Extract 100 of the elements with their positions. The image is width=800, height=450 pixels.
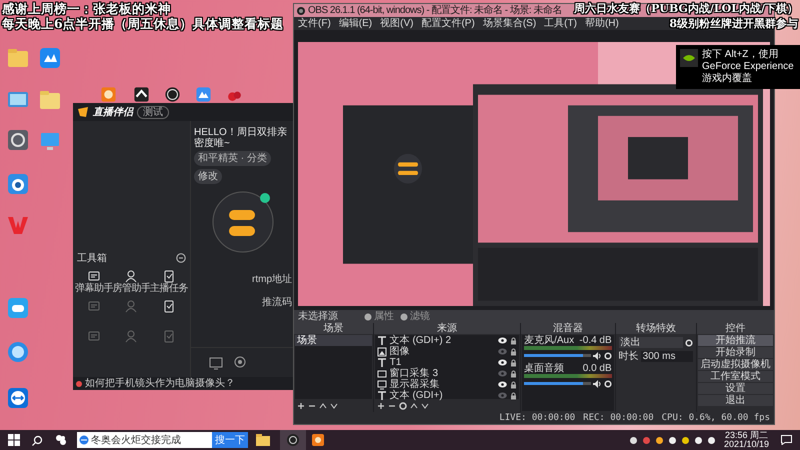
channel-name: 麦克风/Aux xyxy=(524,335,574,346)
window-icon xyxy=(376,368,387,378)
search-field[interactable]: 冬奥会火炬交接完成 xyxy=(77,432,212,448)
volume-reading: 0.0 dB xyxy=(582,363,612,374)
volume-slider[interactable] xyxy=(524,382,591,385)
clock-date[interactable]: 2021/10/19 xyxy=(724,440,769,449)
alert-dot-icon xyxy=(76,380,82,386)
lock-icon[interactable] xyxy=(510,348,518,356)
lock-icon[interactable] xyxy=(510,392,518,400)
category-tag[interactable]: 和平精英 · 分类 xyxy=(194,151,271,166)
app-icon[interactable] xyxy=(133,86,150,103)
field-label: 推流码 xyxy=(262,296,292,310)
eye-icon[interactable] xyxy=(498,381,508,388)
collapse-icon[interactable] xyxy=(176,253,186,263)
dock-title: 来源 xyxy=(436,323,457,334)
eye-icon[interactable] xyxy=(498,337,508,344)
logo-icon xyxy=(77,106,89,118)
lock-icon[interactable] xyxy=(510,336,518,344)
text-icon xyxy=(376,358,387,368)
clock-time[interactable]: 23:56 周二 xyxy=(724,431,768,440)
move-up-icon[interactable] xyxy=(319,402,327,410)
search-button[interactable]: 搜一下 xyxy=(212,432,248,448)
menu-item[interactable]: 视图(V) xyxy=(380,18,414,29)
overlay-caption: 每天晚上6点半开播（周五休息）具体调整看标题 xyxy=(2,16,284,31)
scene-item[interactable]: 场景 xyxy=(295,335,372,346)
control-button[interactable]: 设置 xyxy=(698,383,773,394)
volume-reading: -0.4 dB xyxy=(579,335,612,346)
volume-slider[interactable] xyxy=(524,354,591,357)
menu-item[interactable]: 场景集合(S) xyxy=(482,18,536,29)
app-icon[interactable] xyxy=(164,86,181,103)
transition-dropdown[interactable]: 淡出 xyxy=(618,337,684,348)
app-icon xyxy=(287,434,299,446)
control-button[interactable]: 启动虚拟摄像机 xyxy=(698,359,773,370)
monitor-icon xyxy=(376,380,387,390)
source-item[interactable]: 图像 xyxy=(374,346,520,357)
dock-title: 混音器 xyxy=(552,323,583,334)
notification-text: 按下 Alt+Z，使用 GeForce Experience 游戏内覆盖 xyxy=(702,49,795,85)
source-item[interactable]: 显示器采集 xyxy=(374,379,520,390)
browser-icon xyxy=(79,435,89,445)
connection-drawing xyxy=(211,190,275,254)
status-text: REC: 00:00:00 xyxy=(583,413,654,423)
dock-title: 控件 xyxy=(726,323,746,334)
app-icon xyxy=(680,49,698,67)
tool-icon[interactable] xyxy=(162,299,176,313)
app-logo: 直播伴侣 xyxy=(93,106,133,120)
add-icon[interactable] xyxy=(297,402,305,410)
tool-icon[interactable] xyxy=(124,269,138,283)
camera-icon[interactable] xyxy=(233,356,247,370)
menu-item[interactable]: 配置文件(P) xyxy=(421,18,475,29)
screen-share-icon[interactable] xyxy=(209,356,223,370)
eye-icon[interactable] xyxy=(498,359,508,366)
lock-icon[interactable] xyxy=(510,380,518,388)
speaker-icon[interactable] xyxy=(592,352,602,360)
app-icon xyxy=(297,6,305,14)
tool-icon[interactable] xyxy=(162,269,176,283)
move-up-icon[interactable] xyxy=(410,402,418,410)
stream-title: HELLO！周日双排亲密度唯~ xyxy=(194,127,288,149)
control-button[interactable]: 工作室模式 xyxy=(698,371,773,382)
image-icon xyxy=(376,346,387,356)
dock-title: 场景 xyxy=(323,323,344,334)
menu-item[interactable]: 文件(F) xyxy=(298,18,331,29)
status-text: LIVE: 00:00:00 xyxy=(499,413,576,423)
tool-item[interactable]: 房管助手 xyxy=(112,269,150,295)
add-icon[interactable] xyxy=(376,402,385,410)
search-icon[interactable] xyxy=(32,434,43,446)
filters-button[interactable]: 滤镜 xyxy=(400,311,430,322)
properties-button[interactable]: 属性 xyxy=(364,311,394,322)
move-down-icon[interactable] xyxy=(330,402,338,410)
app-icon[interactable] xyxy=(6,172,30,196)
source-item[interactable]: 文本 (GDI+) xyxy=(374,390,520,401)
channel-name: 桌面音频 xyxy=(524,363,564,374)
duration-field[interactable]: 300 ms xyxy=(640,351,694,362)
menu-item[interactable]: 帮助(H) xyxy=(584,18,619,29)
app-icon[interactable] xyxy=(55,434,67,446)
edit-button[interactable]: 修改 xyxy=(194,169,222,184)
lock-icon[interactable] xyxy=(510,370,518,378)
tool-item[interactable]: 主播任务 xyxy=(150,269,188,295)
taskbar-button[interactable] xyxy=(280,430,306,450)
status-text: CPU: 0.6%, 60.00 fps xyxy=(662,413,770,423)
field-label: rtmp地址 xyxy=(252,272,292,287)
folder-icon[interactable] xyxy=(256,434,270,446)
menu-item[interactable]: 编辑(E) xyxy=(338,18,372,29)
source-item[interactable]: 窗口采集 3 xyxy=(374,368,520,379)
selection-label: 未选择源 xyxy=(298,311,339,322)
menu-item[interactable]: 工具(T) xyxy=(544,18,577,29)
source-item[interactable]: 文本 (GDI+) 2 xyxy=(374,335,520,346)
notification-icon[interactable] xyxy=(781,435,792,445)
tool-icon[interactable] xyxy=(86,269,101,283)
control-button[interactable]: 开始录制 xyxy=(698,347,773,358)
source-item[interactable]: T1 xyxy=(374,357,520,368)
tool-item[interactable]: 弹幕助手 xyxy=(75,269,113,295)
start-icon[interactable] xyxy=(8,434,20,446)
control-button[interactable]: 退出 xyxy=(698,395,773,406)
field-label: 时长 xyxy=(618,351,639,362)
speaker-icon[interactable] xyxy=(592,380,602,388)
move-down-icon[interactable] xyxy=(420,402,429,410)
text-icon xyxy=(376,390,387,400)
lock-icon[interactable] xyxy=(510,358,518,366)
chat-icon[interactable] xyxy=(6,340,30,364)
control-button[interactable]: 开始推流 xyxy=(698,335,773,346)
